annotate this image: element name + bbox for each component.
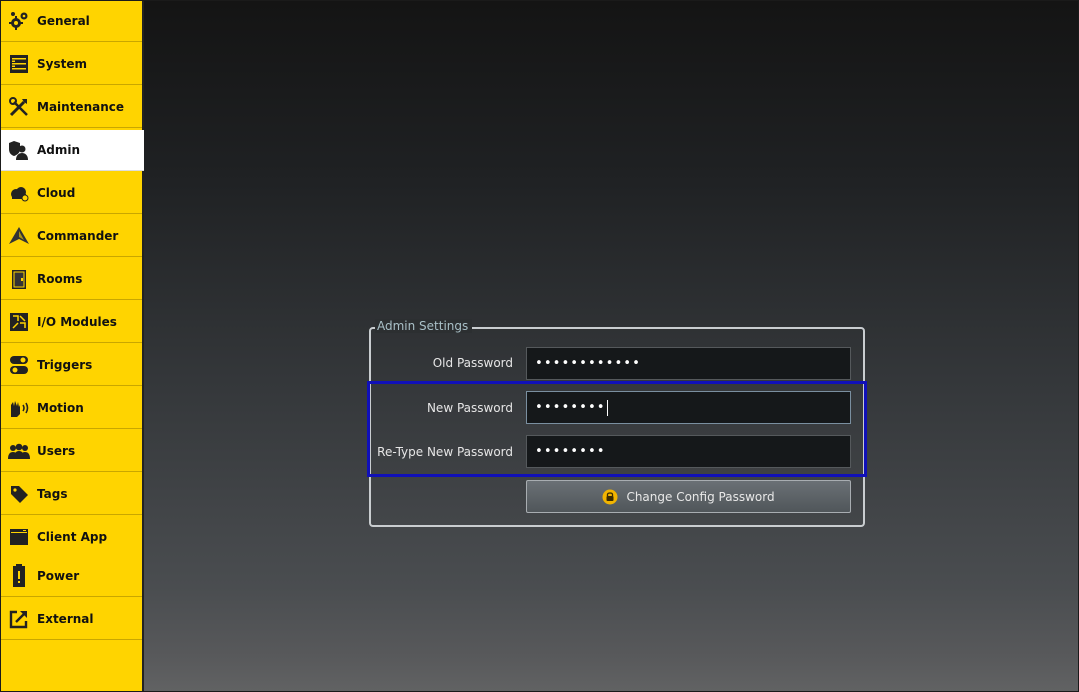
gears-icon — [1, 1, 37, 42]
change-config-password-button[interactable]: Change Config Password — [526, 480, 851, 513]
admin-shield-user-icon — [1, 130, 37, 171]
sidebar-item-system[interactable]: System — [1, 44, 142, 85]
toggle-switch-icon — [1, 345, 37, 386]
old-password-value: •••••••••••• — [535, 356, 641, 371]
sidebar-item-label: External — [37, 612, 94, 626]
sidebar-item-label: I/O Modules — [37, 315, 117, 329]
sidebar-item-label: Triggers — [37, 358, 93, 372]
sidebar-item-power[interactable]: Power — [1, 556, 142, 597]
sidebar-item-rooms[interactable]: Rooms — [1, 259, 142, 300]
sidebar-item-general[interactable]: General — [1, 1, 142, 42]
sidebar-item-cloud[interactable]: Cloud — [1, 173, 142, 214]
app-window-icon — [1, 517, 37, 558]
battery-warning-icon — [1, 556, 37, 597]
old-password-label: Old Password — [432, 356, 513, 370]
lock-icon — [602, 489, 618, 504]
sidebar-item-label: Motion — [37, 401, 84, 415]
sidebar-item-label: Rooms — [37, 272, 83, 286]
sidebar-item-label: Users — [37, 444, 76, 458]
old-password-field[interactable]: •••••••••••• — [526, 347, 851, 380]
app-window: General System Maintenance Admin Cloud C… — [0, 0, 1079, 692]
sidebar-item-label: Admin — [37, 143, 81, 157]
sidebar-item-maintenance[interactable]: Maintenance — [1, 87, 142, 128]
highlight-annotation-box — [367, 381, 867, 477]
sidebar-item-triggers[interactable]: Triggers — [1, 345, 142, 386]
door-icon — [1, 259, 37, 300]
tools-icon — [1, 87, 37, 128]
sidebar-item-label: Client App — [37, 530, 108, 544]
sidebar-item-users[interactable]: Users — [1, 431, 142, 472]
sidebar-item-label: General — [37, 14, 90, 28]
sidebar-item-external[interactable]: External — [1, 599, 142, 640]
sidebar-item-tags[interactable]: Tags — [1, 474, 142, 515]
external-link-icon — [1, 599, 37, 640]
sidebar-item-label: Maintenance — [37, 100, 125, 114]
sidebar-item-label: Commander — [37, 229, 119, 243]
commander-logo-icon — [1, 216, 37, 257]
io-module-icon — [1, 302, 37, 343]
sidebar-filler — [1, 640, 142, 691]
sidebar-item-io-modules[interactable]: I/O Modules — [1, 302, 142, 343]
change-config-password-label: Change Config Password — [626, 489, 775, 504]
sidebar-item-admin[interactable]: Admin — [1, 130, 144, 171]
tag-icon — [1, 474, 37, 515]
hand-wave-icon — [1, 388, 37, 429]
sidebar-item-label: Cloud — [37, 186, 76, 200]
sidebar-item-client-app[interactable]: Client App — [1, 517, 142, 558]
admin-settings-title: Admin Settings — [375, 319, 473, 333]
server-icon — [1, 44, 37, 85]
sidebar-item-label: System — [37, 57, 87, 71]
sidebar-item-commander[interactable]: Commander — [1, 216, 142, 257]
sidebar-item-label: Tags — [37, 487, 68, 501]
cloud-icon — [1, 173, 37, 214]
sidebar-item-label: Power — [37, 569, 80, 583]
sidebar-item-motion[interactable]: Motion — [1, 388, 142, 429]
users-group-icon — [1, 431, 37, 472]
sidebar: General System Maintenance Admin Cloud C… — [1, 1, 144, 691]
